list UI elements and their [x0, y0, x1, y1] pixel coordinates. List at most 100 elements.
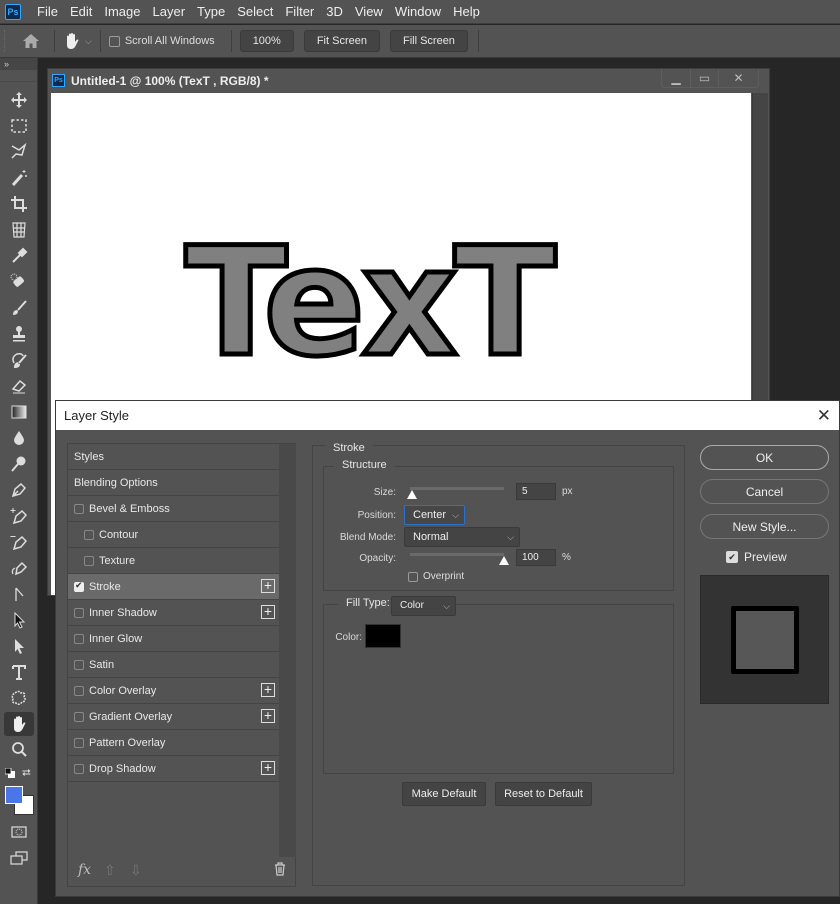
add-effect-plus-icon[interactable]: + — [261, 578, 275, 593]
tool-blur[interactable] — [4, 426, 34, 450]
tool-rectangular-marquee[interactable] — [4, 114, 34, 138]
tool-dodge[interactable] — [4, 452, 34, 476]
tool-custom-shape[interactable] — [4, 686, 34, 710]
style-item-blending-options[interactable]: Blending Options — [68, 470, 279, 496]
style-item-contour[interactable]: Contour — [68, 522, 279, 548]
tool-eraser[interactable] — [4, 374, 34, 398]
tool-brush[interactable] — [4, 296, 34, 320]
position-select[interactable]: Center ⌵ — [404, 505, 465, 525]
scroll-all-windows-checkbox[interactable]: Scroll All Windows — [108, 35, 215, 47]
blend-mode-select[interactable]: Normal ⌵ — [404, 527, 520, 547]
style-item-drop-shadow[interactable]: Drop Shadow + — [68, 756, 279, 782]
tool-clone-stamp[interactable] — [4, 322, 34, 346]
panel-grip[interactable] — [0, 70, 37, 82]
overprint-box[interactable] — [408, 571, 418, 582]
opacity-slider-track[interactable] — [410, 553, 504, 556]
styles-list-scrollbar[interactable] — [279, 444, 296, 857]
close-window-button[interactable]: ✕ — [718, 69, 758, 87]
overprint-checkbox[interactable]: Overprint — [408, 571, 464, 582]
tool-horizontal-type[interactable] — [4, 660, 34, 684]
tool-preset-picker[interactable]: ⌵ — [63, 32, 92, 50]
home-button[interactable] — [16, 29, 46, 53]
style-item-bevel-emboss[interactable]: Bevel & Emboss — [68, 496, 279, 522]
tool-eyedropper[interactable] — [4, 244, 34, 268]
tool-move[interactable] — [4, 88, 34, 112]
style-item-pattern-overlay[interactable]: Pattern Overlay — [68, 730, 279, 756]
tool-polygonal-lasso[interactable] — [4, 140, 34, 164]
trash-icon[interactable] — [274, 862, 286, 879]
menu-view[interactable]: View — [349, 0, 389, 24]
style-checkbox[interactable] — [74, 737, 84, 748]
ok-button[interactable]: OK — [700, 445, 829, 470]
menu-image[interactable]: Image — [98, 0, 146, 24]
tool-healing-brush[interactable] — [4, 270, 34, 294]
fit-screen-button[interactable]: Fit Screen — [303, 30, 380, 52]
tool-add-anchor-point[interactable] — [4, 504, 34, 528]
size-slider-track[interactable] — [410, 487, 504, 490]
fill-type-select[interactable]: Color ⌵ — [391, 596, 456, 616]
new-style-button[interactable]: New Style... — [700, 514, 829, 539]
menu-3d[interactable]: 3D — [320, 0, 349, 24]
menu-file[interactable]: File — [31, 0, 64, 24]
style-checkbox[interactable] — [84, 529, 94, 540]
default-colors-icon[interactable] — [5, 768, 15, 778]
tool-zoom[interactable] — [4, 738, 34, 762]
size-slider-handle[interactable] — [406, 490, 417, 499]
checkmark-icon[interactable]: ✔ — [726, 551, 738, 563]
tool-freeform-pen[interactable] — [4, 556, 34, 580]
minimize-button[interactable]: ▁ — [662, 69, 690, 87]
cancel-button[interactable]: Cancel — [700, 479, 829, 504]
style-item-texture[interactable]: Texture — [68, 548, 279, 574]
style-checkbox[interactable] — [74, 633, 84, 644]
menu-type[interactable]: Type — [191, 0, 231, 24]
preview-checkbox[interactable]: ✔ Preview — [726, 550, 787, 564]
tool-convert-point[interactable] — [4, 582, 34, 606]
tool-perspective-crop[interactable] — [4, 218, 34, 242]
add-effect-plus-icon[interactable]: + — [261, 682, 275, 697]
style-checkbox[interactable] — [84, 555, 94, 566]
tool-pen[interactable] — [4, 478, 34, 502]
menu-filter[interactable]: Filter — [279, 0, 320, 24]
tool-direct-selection[interactable] — [4, 634, 34, 658]
expand-panel-button[interactable]: » — [0, 58, 37, 70]
menu-window[interactable]: Window — [389, 0, 447, 24]
opacity-slider-handle[interactable] — [499, 556, 509, 565]
canvas-text-layer[interactable]: TexT — [182, 226, 558, 381]
tool-hand[interactable] — [4, 712, 34, 736]
style-item-color-overlay[interactable]: Color Overlay + — [68, 678, 279, 704]
maximize-button[interactable]: ▭ — [690, 69, 718, 87]
menu-select[interactable]: Select — [231, 0, 279, 24]
menu-edit[interactable]: Edit — [64, 0, 98, 24]
menu-help[interactable]: Help — [447, 0, 486, 24]
close-dialog-icon[interactable]: ✕ — [817, 406, 831, 426]
style-checkbox[interactable] — [74, 580, 84, 592]
quick-mask-button[interactable] — [4, 820, 34, 844]
style-checkbox[interactable] — [74, 659, 84, 670]
style-item-inner-shadow[interactable]: Inner Shadow + — [68, 600, 279, 626]
style-item-gradient-overlay[interactable]: Gradient Overlay + — [68, 704, 279, 730]
move-up-icon[interactable]: ⇧ — [104, 862, 116, 879]
style-checkbox[interactable] — [74, 503, 84, 514]
style-item-satin[interactable]: Satin — [68, 652, 279, 678]
opacity-input[interactable]: 100 — [516, 549, 556, 566]
add-effect-plus-icon[interactable]: + — [261, 708, 275, 723]
fx-button[interactable]: fx — [78, 862, 91, 878]
zoom-100-button[interactable]: 100% — [239, 30, 294, 52]
checkbox-box[interactable] — [108, 35, 120, 47]
dialog-titlebar[interactable]: Layer Style ✕ — [56, 401, 839, 430]
size-input[interactable]: 5 — [516, 483, 556, 500]
style-item-stroke[interactable]: Stroke + — [68, 574, 279, 600]
tool-path-selection[interactable] — [4, 608, 34, 632]
options-bar-grip[interactable] — [4, 30, 10, 52]
style-item-inner-glow[interactable]: Inner Glow — [68, 626, 279, 652]
style-item-styles[interactable]: Styles — [68, 444, 279, 470]
foreground-color-swatch[interactable] — [5, 786, 23, 804]
tool-magic-wand[interactable] — [4, 166, 34, 190]
style-checkbox[interactable] — [74, 607, 84, 618]
tool-history-brush[interactable] — [4, 348, 34, 372]
tool-crop[interactable] — [4, 192, 34, 216]
reset-to-default-button[interactable]: Reset to Default — [495, 782, 592, 806]
tool-delete-anchor-point[interactable] — [4, 530, 34, 554]
screen-mode-button[interactable] — [4, 846, 34, 870]
fill-screen-button[interactable]: Fill Screen — [389, 30, 468, 52]
